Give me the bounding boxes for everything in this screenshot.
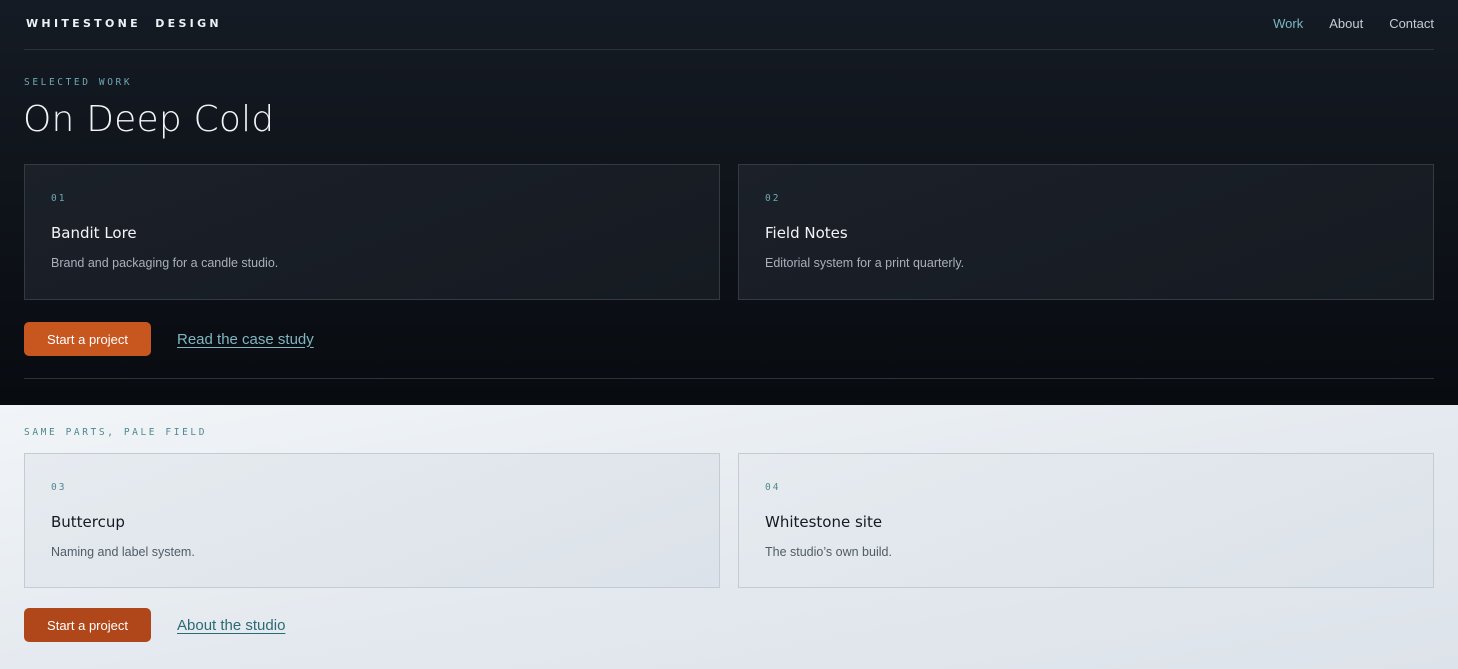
work-card-buttercup[interactable]: 03 Buttercup Naming and label system.: [24, 453, 720, 588]
light-section: SAME PARTS, PALE FIELD 03 Buttercup Nami…: [0, 405, 1458, 669]
card-title: Bandit Lore: [51, 224, 137, 242]
card-number: 02: [765, 193, 781, 204]
work-card-whitestone-site[interactable]: 04 Whitestone site The studio’s own buil…: [738, 453, 1434, 588]
nav-contact[interactable]: Contact: [1389, 16, 1434, 31]
work-cards: 01 Bandit Lore Brand and packaging for a…: [24, 164, 1434, 300]
card-number: 01: [51, 193, 67, 204]
card-description: Brand and packaging for a candle studio.: [51, 256, 279, 270]
card-title: Buttercup: [51, 513, 125, 531]
work-cards: 03 Buttercup Naming and label system. 04…: [24, 453, 1434, 588]
work-card-field-notes[interactable]: 02 Field Notes Editorial system for a pr…: [738, 164, 1434, 300]
card-title: Field Notes: [765, 224, 848, 242]
read-case-study-link[interactable]: Read the case study: [177, 331, 314, 348]
nav-about[interactable]: About: [1329, 16, 1363, 31]
brand-logo[interactable]: WHITESTONE DESIGN: [26, 17, 222, 30]
dark-actions: Start a project Read the case study: [24, 322, 314, 356]
top-bar: WHITESTONE DESIGN Work About Contact: [24, 0, 1434, 50]
section-eyebrow: SAME PARTS, PALE FIELD: [24, 427, 208, 438]
light-actions: Start a project About the studio: [24, 608, 285, 642]
section-eyebrow: SELECTED WORK: [24, 77, 133, 88]
card-description: Editorial system for a print quarterly.: [765, 256, 965, 270]
main-nav: Work About Contact: [1273, 16, 1434, 31]
card-title: Whitestone site: [765, 513, 883, 531]
start-project-button[interactable]: Start a project: [24, 608, 151, 642]
section-divider: [24, 378, 1434, 379]
page-title: On Deep Cold: [23, 99, 275, 140]
nav-work[interactable]: Work: [1273, 16, 1303, 31]
card-number: 03: [51, 482, 67, 493]
card-number: 04: [765, 482, 781, 493]
card-description: Naming and label system.: [51, 545, 195, 559]
dark-section: WHITESTONE DESIGN Work About Contact SEL…: [0, 0, 1458, 405]
start-project-button[interactable]: Start a project: [24, 322, 151, 356]
about-studio-link[interactable]: About the studio: [177, 617, 285, 634]
work-card-bandit-lore[interactable]: 01 Bandit Lore Brand and packaging for a…: [24, 164, 720, 300]
card-description: The studio’s own build.: [765, 545, 892, 559]
page: WHITESTONE DESIGN Work About Contact SEL…: [0, 0, 1458, 669]
